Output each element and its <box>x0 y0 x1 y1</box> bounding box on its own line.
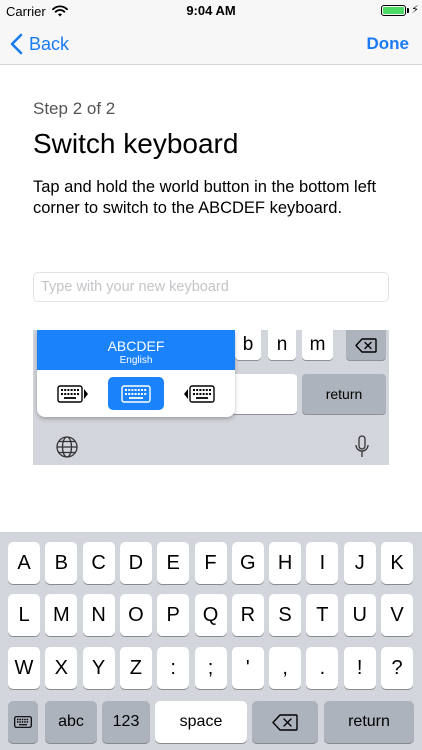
keyboard-key[interactable]: : <box>157 647 190 689</box>
keyboard-test-input[interactable] <box>33 272 389 302</box>
keyboard-key[interactable]: X <box>45 647 78 689</box>
keyboard-key[interactable]: L <box>8 594 40 636</box>
keyboard-key[interactable]: K <box>381 542 413 584</box>
keyboard-key[interactable]: , <box>269 647 302 689</box>
keyboard-key[interactable]: Q <box>194 594 227 636</box>
status-bar: Carrier 9:04 AM ⚡ <box>0 0 422 22</box>
keyboard-key[interactable]: Z <box>119 647 152 689</box>
instructions-text: Tap and hold the world button in the bot… <box>33 178 377 217</box>
keyboard-icon <box>121 384 151 403</box>
delete-icon <box>272 713 298 731</box>
selected-keyboard-option: ABCDEF English <box>37 330 235 370</box>
abcdef-keyboard: ABCDEFGHIJK LMNOPQRSTUV W X Y Z:; ',.!? abc … <box>0 532 422 750</box>
keyboard-key[interactable]: F <box>194 542 227 584</box>
keyboard-switch-key[interactable] <box>8 701 38 743</box>
keyboard-key[interactable]: A <box>8 542 40 584</box>
return-key[interactable]: return <box>324 701 414 743</box>
keyboard-name: ABCDEF <box>107 338 165 354</box>
battery-nub <box>407 8 409 13</box>
keyboard-icon <box>14 716 32 728</box>
keyboard-key[interactable]: T <box>306 594 339 636</box>
keyboard-key[interactable]: ' <box>231 647 264 689</box>
globe-icon <box>55 435 79 464</box>
back-button[interactable]: Back <box>10 30 69 58</box>
keyboard-key[interactable]: . <box>306 647 339 689</box>
keyboard-key[interactable]: C <box>82 542 115 584</box>
keyboard-key[interactable]: V <box>381 594 413 636</box>
charging-bolt-icon: ⚡ <box>411 4 419 16</box>
back-label: Back <box>29 33 70 54</box>
keyboard-key[interactable]: Y <box>82 647 115 689</box>
numbers-key[interactable]: 123 <box>102 701 150 743</box>
illustration-return-key: return <box>302 374 386 414</box>
illustration-key-b: b <box>235 330 261 360</box>
keyboard-key[interactable]: I <box>306 542 339 584</box>
abc-key[interactable]: abc <box>45 701 97 743</box>
done-button[interactable]: Done <box>367 34 410 54</box>
keyboard-left-icon <box>57 384 88 403</box>
keyboard-key[interactable]: ; <box>194 647 227 689</box>
illustration-key-m: m <box>302 330 333 360</box>
keyboard-right-icon <box>184 384 215 403</box>
keyboard-key[interactable]: P <box>157 594 190 636</box>
right-layout-button <box>171 377 227 410</box>
keyboard-key[interactable]: ! <box>343 647 376 689</box>
keyboard-key[interactable]: B <box>45 542 78 584</box>
keyboard-switcher-popup: ABCDEF English <box>37 330 235 417</box>
keyboard-key[interactable]: J <box>343 542 376 584</box>
navigation-bar: Back Done <box>0 22 422 65</box>
page-title: Switch keyboard <box>33 128 239 159</box>
microphone-icon <box>355 435 369 464</box>
keyboard-key[interactable]: O <box>119 594 152 636</box>
keyboard-key[interactable]: R <box>231 594 264 636</box>
keyboard-key[interactable]: H <box>269 542 302 584</box>
keyboard-language: English <box>119 355 153 366</box>
illustration-key-n: n <box>268 330 296 360</box>
keyboard-key[interactable]: N <box>82 594 115 636</box>
illustration-delete-key <box>346 330 386 360</box>
keyboard-key[interactable]: G <box>231 542 264 584</box>
keyboard-key[interactable]: W <box>8 647 40 689</box>
keyboard-key[interactable]: U <box>343 594 376 636</box>
illustration-space-key <box>231 374 297 414</box>
clock: 9:04 AM <box>186 3 236 18</box>
keyboard-key[interactable]: M <box>45 594 78 636</box>
keyboard-key[interactable]: D <box>119 542 152 584</box>
space-key[interactable]: space <box>155 701 247 743</box>
battery-icon <box>381 5 406 16</box>
keyboard-key[interactable]: ? <box>381 647 413 689</box>
delete-key[interactable] <box>252 701 318 743</box>
step-indicator: Step 2 of 2 <box>33 99 116 118</box>
keyboard-key[interactable]: E <box>157 542 190 584</box>
delete-icon <box>355 337 377 353</box>
full-layout-button <box>108 377 164 410</box>
left-layout-button <box>45 377 101 410</box>
keyboard-switch-illustration: b n m return ABCDEF English <box>33 330 389 465</box>
keyboard-key[interactable]: S <box>269 594 302 636</box>
chevron-left-icon <box>10 33 23 55</box>
